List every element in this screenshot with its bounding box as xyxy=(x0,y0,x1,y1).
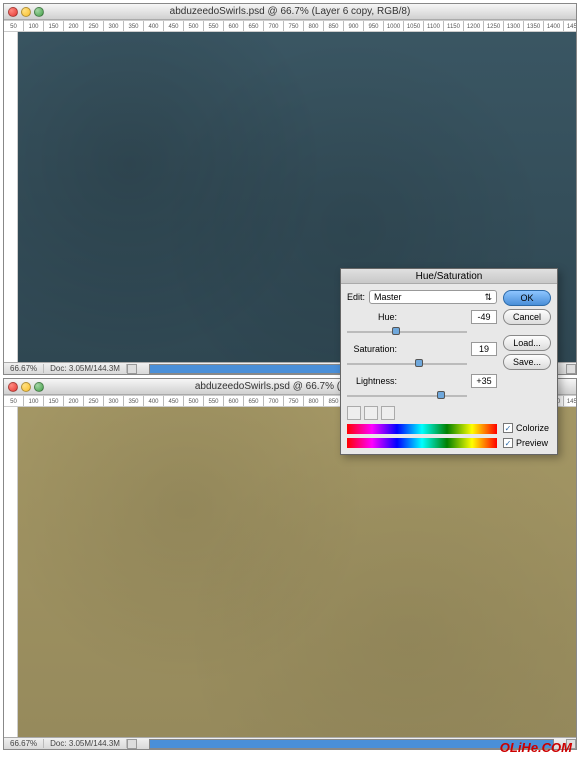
edit-select-value: Master xyxy=(374,292,402,302)
hue-slider[interactable] xyxy=(347,326,497,338)
edit-label: Edit: xyxy=(347,292,365,302)
eyedropper-subtract-icon[interactable] xyxy=(381,406,395,420)
hue-label: Hue: xyxy=(347,312,397,322)
doc-info[interactable]: Doc: 3.05M/144.3M xyxy=(44,364,127,373)
vertical-ruler[interactable] xyxy=(4,407,18,737)
ok-button[interactable]: OK xyxy=(503,290,551,306)
canvas[interactable] xyxy=(18,407,576,737)
scroll-left-icon[interactable] xyxy=(127,739,137,749)
scroll-left-icon[interactable] xyxy=(127,364,137,374)
colorize-checkbox[interactable]: ✓ xyxy=(503,423,513,433)
vertical-ruler[interactable] xyxy=(4,32,18,362)
hue-gradient-result xyxy=(347,438,497,448)
save-button[interactable]: Save... xyxy=(503,354,551,370)
saturation-slider[interactable] xyxy=(347,358,497,370)
saturation-input[interactable]: 19 xyxy=(471,342,497,356)
eyedropper-icon[interactable] xyxy=(347,406,361,420)
titlebar[interactable]: abduzeedoSwirls.psd @ 66.7% (Layer 6 cop… xyxy=(4,4,576,20)
preview-label: Preview xyxy=(516,438,548,448)
scroll-right-icon[interactable] xyxy=(566,364,576,374)
canvas-content xyxy=(18,407,576,737)
status-bar: 66.67% Doc: 3.05M/144.3M xyxy=(4,737,576,749)
doc-info[interactable]: Doc: 3.05M/144.3M xyxy=(44,739,127,748)
hue-saturation-dialog: Hue/Saturation Edit: Master ⇅ Hue: -49 S… xyxy=(340,268,558,455)
chevron-updown-icon: ⇅ xyxy=(484,292,492,303)
watermark: OLiHe.COM xyxy=(500,740,572,755)
cancel-button[interactable]: Cancel xyxy=(503,309,551,325)
lightness-slider[interactable] xyxy=(347,390,497,402)
zoom-level[interactable]: 66.67% xyxy=(4,739,44,748)
zoom-level[interactable]: 66.67% xyxy=(4,364,44,373)
load-button[interactable]: Load... xyxy=(503,335,551,351)
window-title: abduzeedoSwirls.psd @ 66.7% (Layer 6 cop… xyxy=(4,6,576,17)
colorize-label: Colorize xyxy=(516,423,549,433)
eyedropper-add-icon[interactable] xyxy=(364,406,378,420)
dialog-title[interactable]: Hue/Saturation xyxy=(341,269,557,284)
horizontal-ruler[interactable]: 5010015020025030035040045050055060065070… xyxy=(4,20,576,32)
lightness-input[interactable]: +35 xyxy=(471,374,497,388)
edit-select[interactable]: Master ⇅ xyxy=(369,290,497,304)
lightness-label: Lightness: xyxy=(347,376,397,386)
preview-checkbox[interactable]: ✓ xyxy=(503,438,513,448)
hue-input[interactable]: -49 xyxy=(471,310,497,324)
saturation-label: Saturation: xyxy=(347,344,397,354)
horizontal-scrollbar[interactable] xyxy=(149,739,554,749)
hue-gradient xyxy=(347,424,497,434)
eyedropper-tools xyxy=(347,406,497,420)
